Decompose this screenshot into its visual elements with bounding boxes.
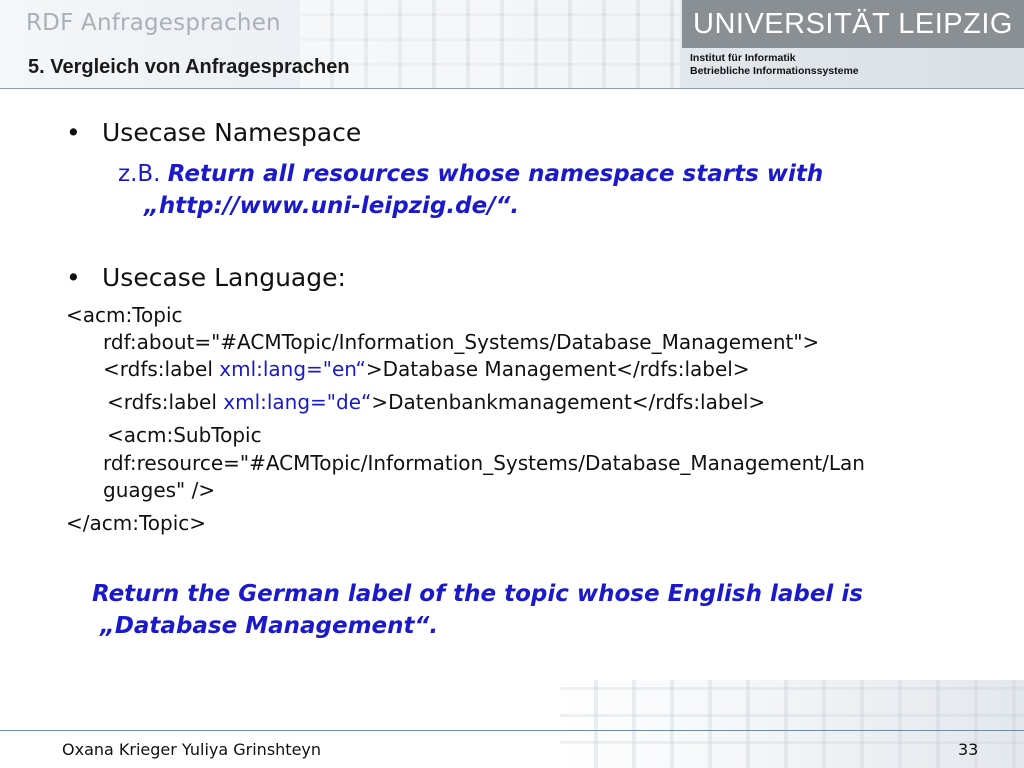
code-tag: <rdfs:label	[103, 357, 220, 381]
footer-authors: Oxana Krieger Yuliya Grinshteyn	[62, 740, 322, 759]
namespace-example-line-1: z.B. Return all resources whose namespac…	[118, 158, 918, 190]
code-tag: <rdfs:label	[107, 390, 224, 414]
code-line-1: <acm:Topic	[66, 303, 183, 327]
namespace-example: z.B. Return all resources whose namespac…	[118, 158, 918, 222]
bullet-text: Usecase Language:	[102, 263, 346, 292]
code-line-4: <rdfs:label xml:lang="de“>Datenbankmanag…	[107, 389, 765, 416]
code-line-3: <rdfs:label xml:lang="en“>Database Manag…	[103, 356, 750, 383]
slide-subtitle: 5. Vergleich von Anfragesprachen	[28, 56, 350, 78]
deck-title: RDF Anfragesprachen	[26, 10, 281, 36]
example-query-line-2: „http://www.uni-leipzig.de/“.	[144, 193, 520, 219]
bullet-marker: •	[66, 263, 81, 292]
bullet-usecase-language: • Usecase Language:	[66, 263, 346, 292]
institute-label: Institut für Informatik Betriebliche Inf…	[690, 52, 859, 78]
example-query-line-1: Return all resources whose namespace sta…	[167, 161, 824, 187]
example-prefix: z.B.	[118, 161, 161, 187]
closing-query-line-2: „Database Management“.	[100, 613, 439, 639]
code-line-8: </acm:Topic>	[66, 511, 207, 535]
university-logo: UNIVERSITÄT LEIPZIG	[682, 0, 1024, 48]
page-number: 33	[958, 740, 979, 759]
closing-query: Return the German label of the topic who…	[92, 578, 972, 642]
header-keyboard-pattern	[300, 0, 680, 88]
institute-line-1: Institut für Informatik	[690, 52, 796, 64]
institute-line-2: Betriebliche Informationssysteme	[690, 65, 859, 77]
footer-divider	[0, 730, 1024, 731]
bullet-usecase-namespace: • Usecase Namespace	[66, 118, 361, 147]
closing-query-line-1: Return the German label of the topic who…	[92, 581, 863, 607]
code-lang-attr: xml:lang="en“	[219, 357, 366, 381]
bullet-text: Usecase Namespace	[102, 118, 362, 147]
code-line-2: rdf:about="#ACMTopic/Information_Systems…	[103, 330, 820, 354]
code-content: >Database Management</rdfs:label>	[365, 357, 750, 381]
code-line-5: <acm:SubTopic	[107, 423, 262, 447]
code-line-7: guages" />	[103, 478, 216, 502]
footer-keyboard-pattern	[560, 680, 1024, 768]
header-divider	[0, 88, 1024, 89]
bullet-marker: •	[66, 118, 81, 147]
code-lang-attr: xml:lang="de“	[223, 390, 372, 414]
code-content: >Datenbankmanagement</rdfs:label>	[371, 390, 766, 414]
code-line-6: rdf:resource="#ACMTopic/Information_Syst…	[103, 451, 865, 475]
